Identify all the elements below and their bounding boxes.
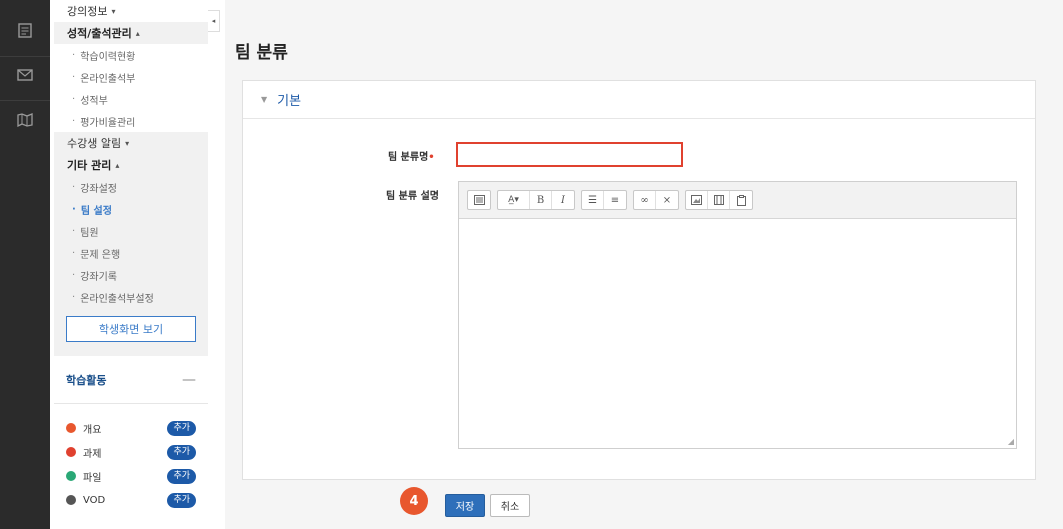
- description-editor: A̲▾ B I ☰ ≡ ∞ ⨯ ◢: [458, 181, 1017, 449]
- sidebar-item-online-attendance[interactable]: · 온라인출석부: [54, 66, 208, 88]
- sidebar-grades-header[interactable]: 성적/출석관리 ▴: [54, 22, 208, 44]
- caret-down-icon: ▾: [125, 138, 130, 148]
- overview-icon: [66, 423, 76, 433]
- map-icon[interactable]: [16, 112, 34, 128]
- add-overview-button[interactable]: 추가: [167, 420, 196, 436]
- sidebar-etc-header[interactable]: 기타 관리 ▴: [54, 154, 208, 176]
- activity-item-overview: 개요 추가: [54, 416, 208, 440]
- activity-title: 학습활동: [66, 373, 107, 387]
- save-button[interactable]: 저장: [445, 494, 485, 517]
- toggle-toolbar-icon[interactable]: [468, 191, 490, 209]
- sidebar-item-learning-history[interactable]: · 학습이력현황: [54, 44, 208, 66]
- step-badge: 4: [400, 487, 428, 515]
- link-icon[interactable]: ∞: [634, 191, 656, 209]
- media-icon[interactable]: [708, 191, 730, 209]
- team-category-name-label: 팀 분류명•: [388, 152, 435, 163]
- activity-item-assignment: 과제 추가: [54, 440, 208, 464]
- board-icon[interactable]: [16, 22, 34, 38]
- sidebar-item-course-log[interactable]: · 강좌기록: [54, 264, 208, 286]
- sidebar-item-attendance-settings[interactable]: · 온라인출석부설정: [54, 286, 208, 308]
- app-rail: [0, 0, 50, 529]
- sidebar-item-gradebook[interactable]: · 성적부: [54, 88, 208, 110]
- add-vod-button[interactable]: 추가: [167, 492, 196, 508]
- italic-icon[interactable]: I: [552, 191, 574, 209]
- description-textarea[interactable]: [459, 220, 1016, 448]
- ordered-list-icon[interactable]: ≡: [604, 191, 626, 209]
- sidebar-item-team-settings[interactable]: · 팀 설정: [54, 198, 208, 220]
- caret-up-icon: ▴: [135, 28, 140, 38]
- triangle-down-icon: ▼: [261, 95, 268, 104]
- caret-down-icon: ▾: [111, 6, 116, 16]
- main-content: 팀 분류 ▼ 기본 팀 분류명• 팀 분류 설명 A̲▾ B I ☰ ≡ ∞ ⨯…: [225, 0, 1063, 529]
- assignment-icon: [66, 447, 76, 457]
- sidebar-item-question-bank[interactable]: · 문제 은행: [54, 242, 208, 264]
- sidebar-collapse-toggle[interactable]: ◂: [208, 10, 220, 32]
- team-category-name-input[interactable]: [456, 142, 683, 167]
- section-header[interactable]: ▼ 기본: [243, 81, 1035, 119]
- activity-section: 학습활동 — 개요 추가 과제 추가 파일 추가 VOD 추가: [54, 356, 208, 512]
- sidebar-student-notice[interactable]: 수강생 알림 ▾: [54, 132, 208, 154]
- page-title: 팀 분류: [235, 43, 288, 63]
- image-icon[interactable]: [686, 191, 708, 209]
- caret-up-icon: ▴: [115, 160, 120, 170]
- required-icon: •: [428, 152, 435, 163]
- add-assignment-button[interactable]: 추가: [167, 444, 196, 460]
- file-icon: [66, 471, 76, 481]
- activity-item-vod: VOD 추가: [54, 488, 208, 512]
- form-panel: ▼ 기본 팀 분류명• 팀 분류 설명 A̲▾ B I ☰ ≡ ∞ ⨯ ◢: [242, 80, 1036, 480]
- team-category-desc-label: 팀 분류 설명: [386, 191, 439, 202]
- unlink-icon[interactable]: ⨯: [656, 191, 678, 209]
- sidebar-item-grade-ratio[interactable]: · 평가비율관리: [54, 110, 208, 132]
- sidebar-item-course-settings[interactable]: · 강좌설정: [54, 176, 208, 198]
- cancel-button[interactable]: 취소: [490, 494, 530, 517]
- font-size-icon[interactable]: A̲▾: [498, 191, 530, 209]
- add-file-button[interactable]: 추가: [167, 468, 196, 484]
- sidebar-item-team-members[interactable]: · 팀원: [54, 220, 208, 242]
- editor-toolbar: A̲▾ B I ☰ ≡ ∞ ⨯: [459, 182, 1016, 219]
- course-sidebar: 강의정보 ▾ 성적/출석관리 ▴ · 학습이력현황 · 온라인출석부 · 성적부 · 평가비…: [54, 0, 208, 529]
- sidebar-course-info[interactable]: 강의정보 ▾: [54, 0, 208, 22]
- resize-handle-icon[interactable]: ◢: [1008, 437, 1014, 446]
- chevron-left-icon: ◂: [211, 17, 216, 25]
- vod-icon: [66, 495, 76, 505]
- collapse-icon[interactable]: —: [182, 372, 196, 388]
- unordered-list-icon[interactable]: ☰: [582, 191, 604, 209]
- bold-icon[interactable]: B: [530, 191, 552, 209]
- activity-item-file: 파일 추가: [54, 464, 208, 488]
- paste-icon[interactable]: [730, 191, 752, 209]
- student-view-button[interactable]: 학생화면 보기: [66, 316, 196, 342]
- grades-section: 성적/출석관리 ▴: [54, 22, 208, 44]
- mail-icon[interactable]: [16, 67, 34, 83]
